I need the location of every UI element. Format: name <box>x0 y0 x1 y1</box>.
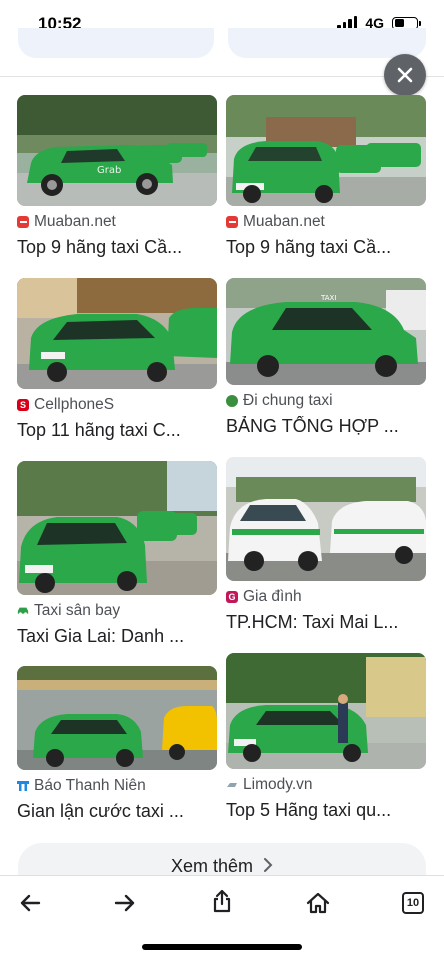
muaban-icon <box>17 216 29 228</box>
result-card[interactable]: S CellphoneS Top 11 hãng taxi C... <box>17 278 217 441</box>
cellphones-icon: S <box>17 399 29 411</box>
arrow-right-icon <box>114 894 135 912</box>
tabs-count: 10 <box>402 892 424 914</box>
result-title[interactable]: BẢNG TỔNG HỢP ... <box>226 416 426 437</box>
source-name: Muaban.net <box>243 213 325 230</box>
result-image[interactable]: Grab <box>17 95 217 206</box>
result-image[interactable] <box>17 666 217 770</box>
result-card[interactable]: Báo Thanh Niên Gian lận cước taxi ... <box>17 666 217 822</box>
result-title[interactable]: Top 9 hãng taxi Cầ... <box>17 237 217 258</box>
source-name: Taxi sân bay <box>34 602 121 619</box>
muaban-icon <box>226 216 238 228</box>
result-source: S CellphoneS <box>17 395 217 415</box>
result-image[interactable] <box>17 461 217 595</box>
result-card[interactable]: Limody.vn Top 5 Hãng taxi qu... <box>226 653 426 821</box>
result-source: Limody.vn <box>226 775 426 795</box>
result-source: Taxi sân bay <box>17 601 217 621</box>
tabs-button[interactable]: 10 <box>399 890 427 916</box>
divider <box>0 76 444 77</box>
svg-text:Grab: Grab <box>97 165 121 176</box>
result-source: Báo Thanh Niên <box>17 776 217 796</box>
source-name: CellphoneS <box>34 396 115 413</box>
forward-button[interactable] <box>111 890 139 916</box>
source-name: Gia đình <box>243 588 302 605</box>
more-results-label: Xem thêm <box>170 856 254 876</box>
chevron-right-icon <box>264 858 273 872</box>
result-title[interactable]: Taxi Gia Lai: Danh ... <box>17 626 217 647</box>
result-title[interactable]: Top 11 hãng taxi C... <box>17 420 217 441</box>
result-title[interactable]: Gian lận cước taxi ... <box>17 801 217 822</box>
result-image[interactable] <box>17 278 217 389</box>
svg-text:TAXI: TAXI <box>320 294 336 302</box>
top-chip-left[interactable] <box>18 28 214 58</box>
limody-icon <box>226 779 238 791</box>
result-image[interactable]: TAXI <box>226 278 426 385</box>
result-title[interactable]: Top 9 hãng taxi Cầ... <box>226 237 426 258</box>
result-image[interactable] <box>226 457 426 581</box>
close-icon <box>397 67 413 83</box>
result-title[interactable]: TP.HCM: Taxi Mai L... <box>226 612 426 633</box>
result-card[interactable]: Grab Muaban.net Top 9 hãng taxi Cầ... <box>17 95 217 258</box>
result-card[interactable]: Taxi sân bay Taxi Gia Lai: Danh ... <box>17 461 217 647</box>
result-image[interactable] <box>226 95 426 206</box>
share-button[interactable] <box>208 888 236 914</box>
result-card[interactable]: TAXI Đi chung taxi BẢNG TỔNG HỢP ... <box>226 278 426 437</box>
source-name: Limody.vn <box>243 776 313 793</box>
result-image[interactable] <box>226 653 426 769</box>
result-source: Muaban.net <box>17 212 217 232</box>
back-button[interactable] <box>16 890 44 916</box>
battery-level <box>394 19 404 27</box>
arrow-left-icon <box>20 894 41 912</box>
thanhnien-icon <box>17 780 29 792</box>
top-chip-right[interactable] <box>228 28 426 58</box>
result-source: G Gia đình <box>226 587 426 607</box>
result-source: Muaban.net <box>226 212 426 232</box>
home-icon <box>306 892 330 914</box>
result-title[interactable]: Top 5 Hãng taxi qu... <box>226 800 426 821</box>
home-indicator <box>142 944 302 950</box>
source-name: Muaban.net <box>34 213 116 230</box>
result-card[interactable]: Muaban.net Top 9 hãng taxi Cầ... <box>226 95 426 258</box>
close-button[interactable] <box>384 54 426 96</box>
taxi-car-icon <box>17 605 29 617</box>
result-source: Đi chung taxi <box>226 391 426 411</box>
giadinh-icon: G <box>226 591 238 603</box>
source-name: Báo Thanh Niên <box>34 777 146 794</box>
source-name: Đi chung taxi <box>243 392 333 409</box>
home-button[interactable] <box>304 890 332 916</box>
result-card[interactable]: G Gia đình TP.HCM: Taxi Mai L... <box>226 457 426 633</box>
share-icon <box>213 889 231 913</box>
dichung-icon <box>226 395 238 407</box>
